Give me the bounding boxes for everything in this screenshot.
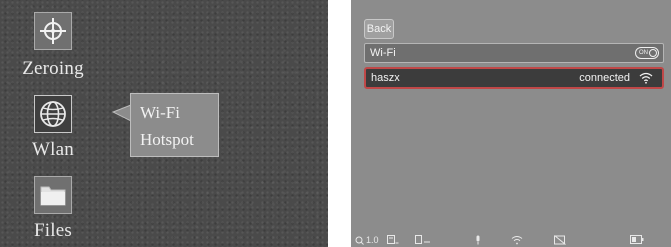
menu-label-zeroing: Zeroing	[22, 58, 84, 79]
wifi-label: Wi-Fi	[370, 47, 396, 59]
toggle-text: ON	[639, 50, 648, 56]
network-row-haszx[interactable]: haszx connected	[364, 67, 664, 89]
mic-icon	[475, 235, 481, 245]
zoom-value: 1.0	[366, 235, 379, 245]
wifi-toggle[interactable]: ON	[635, 47, 659, 59]
network-ssid: haszx	[371, 72, 400, 84]
crosshair-icon	[34, 12, 72, 50]
back-button[interactable]: Back	[364, 19, 394, 39]
status-bar: 1.0	[351, 233, 671, 247]
zoom-indicator: 1.0	[355, 235, 379, 245]
tooltip-line-wifi: Wi-Fi	[140, 103, 180, 122]
no-record-icon	[554, 235, 566, 245]
globe-icon	[34, 95, 72, 133]
zoom-icon	[355, 236, 364, 245]
menu-item-files[interactable]: Files	[8, 176, 98, 246]
device-menu-panel: Zeroing Wlan Files Wi-Fi Hotspot	[0, 0, 328, 247]
folder-icon	[34, 176, 72, 214]
tooltip-line-hotspot: Hotspot	[140, 130, 194, 149]
wlan-tooltip: Wi-Fi Hotspot	[130, 93, 219, 157]
menu-label-files: Files	[34, 220, 72, 241]
image-mode-icon	[387, 235, 399, 244]
battery-icon	[630, 235, 644, 244]
tooltip-pointer	[112, 104, 132, 122]
menu-label-wlan: Wlan	[32, 139, 74, 160]
wifi-signal-icon	[639, 72, 653, 84]
network-status: connected	[579, 72, 630, 84]
menu-item-wlan[interactable]: Wlan	[8, 95, 98, 165]
menu-item-zeroing[interactable]: Zeroing	[8, 12, 98, 82]
wifi-toggle-row[interactable]: Wi-Fi ON	[364, 43, 664, 63]
palette-icon	[415, 235, 431, 244]
toggle-knob	[649, 49, 657, 57]
wifi-icon	[511, 235, 523, 245]
wifi-settings-panel: Back Wi-Fi ON haszx connected 1.0	[351, 0, 671, 247]
